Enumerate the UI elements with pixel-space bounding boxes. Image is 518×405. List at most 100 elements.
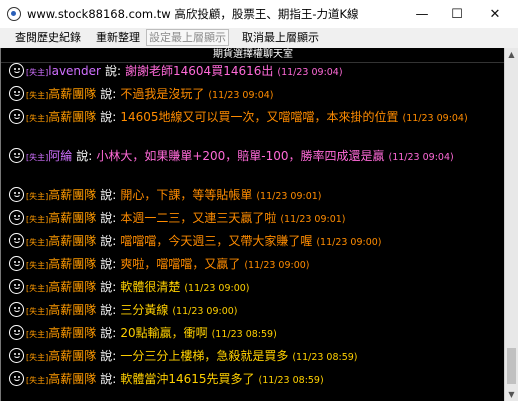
user-tag: [失主] — [26, 91, 49, 100]
user-name: 高薪團隊 — [48, 372, 97, 386]
message-time: (11/23 08:59) — [292, 352, 358, 363]
user-tag: [失主] — [26, 215, 49, 224]
chat-message: [失主]高薪團隊 說: 本週一二三，又連三天贏了啦 (11/23 09:01) — [9, 210, 479, 228]
chat-message: [失主]高薪團隊 說: 軟體很清楚 (11/23 09:00) — [9, 279, 479, 297]
says-label: 說: — [104, 64, 122, 78]
user-tag: [失主] — [26, 284, 49, 293]
room-title: 期貨選擇權聊天室 — [1, 48, 505, 63]
message-time: (11/23 09:04) — [208, 90, 274, 101]
message-text: 爽啦，噹噹噹，又贏了 — [120, 257, 241, 271]
says-label: 說: — [100, 303, 117, 317]
smiley-icon — [9, 86, 24, 101]
message-text: 開心，下課，等等貼帳單 — [120, 188, 253, 202]
smiley-icon — [9, 210, 24, 225]
user-name: 高薪團隊 — [48, 326, 97, 340]
message-text: 軟體當沖14615先買多了 — [120, 372, 255, 386]
user-name: 高薪團隊 — [48, 280, 97, 294]
user-name: 高薪團隊 — [48, 211, 97, 225]
message-time: (11/23 09:00) — [184, 283, 250, 294]
message-time: (11/23 09:01) — [256, 191, 322, 202]
message-time: (11/23 08:59) — [211, 329, 277, 340]
smiley-icon — [9, 279, 24, 294]
chat-message: [失主]高薪團隊 說: 不過我是沒玩了 (11/23 09:04) — [9, 86, 479, 104]
app-logo-icon — [7, 7, 21, 21]
message-time: (11/23 09:01) — [280, 214, 346, 225]
smiley-icon — [9, 187, 24, 202]
smiley-icon — [9, 256, 24, 271]
user-name: 高薪團隊 — [48, 87, 97, 101]
message-text: 小林大，如果賺單+200，賠單-100，勝率四成還是贏 — [96, 149, 385, 163]
message-time: (11/23 09:04) — [388, 152, 454, 163]
user-tag: [失主] — [26, 192, 49, 201]
smiley-icon — [9, 302, 24, 317]
user-tag: [失主] — [26, 68, 49, 77]
message-text: 一分三分上樓梯，急殺就是買多 — [120, 349, 289, 363]
chat-message: [失主]高薪團隊 說: 一分三分上樓梯，急殺就是買多 (11/23 08:59) — [9, 348, 479, 366]
smiley-icon — [9, 63, 24, 78]
message-text: 14605地線又可以買一次，又噹噹噹，本來掛的位置 — [120, 110, 399, 124]
scroll-thumb[interactable] — [507, 348, 516, 384]
chat-message: [失主]高薪團隊 說: 三分黃線 (11/23 09:00) — [9, 302, 479, 320]
smiley-icon — [9, 348, 24, 363]
smiley-icon — [9, 233, 24, 248]
user-name: 高薪團隊 — [48, 349, 97, 363]
says-label: 說: — [76, 149, 93, 163]
user-tag: [失主] — [26, 376, 49, 385]
chat-message: [失主]阿綸 說: 小林大，如果賺單+200，賠單-100，勝率四成還是贏 (11/2… — [9, 148, 479, 166]
cancel-on-top-button[interactable]: 取消最上層顯示 — [240, 29, 321, 46]
says-label: 說: — [100, 349, 117, 363]
history-button[interactable]: 查閱歷史紀錄 — [13, 29, 83, 46]
message-text: 不過我是沒玩了 — [120, 87, 205, 101]
chat-message: [失主]高薪團隊 說: 開心，下課，等等貼帳單 (11/23 09:01) — [9, 187, 479, 205]
user-tag: [失主] — [26, 153, 49, 162]
says-label: 說: — [100, 211, 117, 225]
chat-message: [失主]高薪團隊 說: 14605地線又可以買一次，又噹噹噹，本來掛的位置 (11/2… — [9, 109, 479, 127]
message-text: 20點輸贏，衝啊 — [120, 326, 208, 340]
message-time: (11/23 09:04) — [277, 67, 343, 78]
maximize-icon[interactable]: ☐ — [440, 0, 474, 28]
scroll-up-icon[interactable]: ▲ — [505, 48, 518, 61]
says-label: 說: — [100, 372, 117, 386]
message-text: 三分黃線 — [120, 303, 169, 317]
message-text: 噹噹噹，今天週三，又帶大家賺了喔 — [120, 234, 313, 248]
chat-panel: 期貨選擇權聊天室 [失主]lavender 說: 謝謝老師14604買14616出(… — [0, 48, 505, 401]
user-tag: [失主] — [26, 238, 49, 247]
smiley-icon — [9, 148, 24, 163]
close-icon[interactable]: ✕ — [476, 0, 514, 28]
chat-message: [失主]高薪團隊 說: 噹噹噹，今天週三，又帶大家賺了喔 (11/23 09:00) — [9, 233, 479, 251]
toolbar: 查閱歷史紀錄 重新整理 設定最上層顯示 取消最上層顯示 — [0, 28, 518, 48]
message-time: (11/23 09:00) — [244, 260, 310, 271]
chat-message: [失主]高薪團隊 說: 軟體當沖14615先買多了 (11/23 08:59) — [9, 371, 479, 389]
user-tag: [失主] — [26, 261, 49, 270]
message-text: 本週一二三，又連三天贏了啦 — [120, 211, 277, 225]
user-tag: [失主] — [26, 114, 49, 123]
scroll-down-icon[interactable]: ▼ — [505, 388, 518, 401]
says-label: 說: — [100, 87, 117, 101]
says-label: 說: — [100, 326, 117, 340]
message-time: (11/23 09:00) — [316, 237, 382, 248]
user-name: 高薪團隊 — [48, 188, 97, 202]
says-label: 說: — [100, 110, 117, 124]
message-text: 軟體很清楚 — [120, 280, 181, 294]
user-tag: [失主] — [26, 307, 49, 316]
set-on-top-button[interactable]: 設定最上層顯示 — [146, 29, 229, 46]
user-name: 高薪團隊 — [48, 234, 97, 248]
says-label: 說: — [100, 280, 117, 294]
chat-scrollbar[interactable]: ▲ ▼ — [504, 48, 518, 401]
refresh-button[interactable]: 重新整理 — [94, 29, 142, 46]
says-label: 說: — [100, 234, 117, 248]
user-tag: [失主] — [26, 353, 49, 362]
says-label: 說: — [100, 257, 117, 271]
window-title: www.stock88168.com.tw 高欣投顧，股票王、期指王-力道K線 — [27, 7, 359, 21]
minimize-icon[interactable]: — — [405, 0, 439, 28]
smiley-icon — [9, 109, 24, 124]
chat-message: [失主]高薪團隊 說: 20點輸贏，衝啊 (11/23 08:59) — [9, 325, 479, 343]
user-name: 高薪團隊 — [48, 110, 97, 124]
user-tag: [失主] — [26, 330, 49, 339]
smiley-icon — [9, 325, 24, 340]
user-name: 阿綸 — [48, 149, 73, 163]
user-name: lavender — [48, 64, 101, 78]
message-text: 謝謝老師14604買14616出 — [125, 64, 274, 78]
smiley-icon — [9, 371, 24, 386]
message-time: (11/23 08:59) — [258, 375, 324, 386]
